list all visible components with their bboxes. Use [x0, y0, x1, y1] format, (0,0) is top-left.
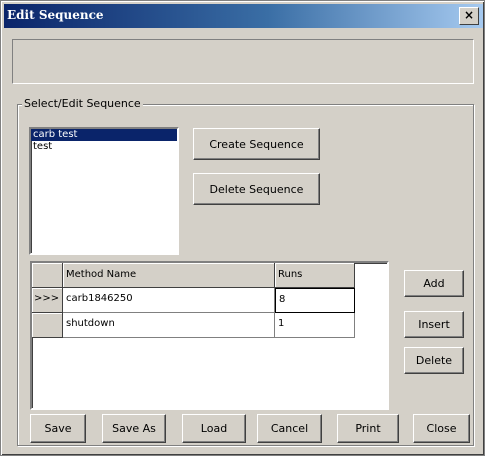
delete-button[interactable]: Delete [404, 347, 464, 374]
sequence-list-item[interactable]: carb test [31, 129, 177, 141]
add-button[interactable]: Add [404, 270, 464, 297]
sequence-list-item[interactable]: test [31, 141, 177, 153]
window-title: Edit Sequence [7, 8, 104, 22]
create-sequence-button[interactable]: Create Sequence [193, 128, 320, 160]
status-panel [12, 39, 474, 84]
row-indicator[interactable] [32, 313, 63, 338]
method-name-cell[interactable]: carb1846250 [63, 288, 275, 313]
column-header-runs[interactable]: Runs [275, 263, 355, 288]
column-header-method-name[interactable]: Method Name [63, 263, 275, 288]
print-button[interactable]: Print [337, 414, 399, 443]
save-button[interactable]: Save [30, 414, 86, 443]
method-name-cell[interactable]: shutdown [63, 313, 275, 338]
close-button[interactable]: Close [413, 414, 470, 443]
runs-cell[interactable]: 1 [275, 313, 355, 338]
close-window-button[interactable]: × [459, 7, 479, 25]
group-label: Select/Edit Sequence [22, 97, 143, 110]
grid-corner-header [32, 263, 63, 288]
method-grid[interactable]: Method Name Runs >>> carb1846250 8 shutd… [30, 261, 389, 410]
row-indicator[interactable]: >>> [32, 288, 63, 313]
delete-sequence-button[interactable]: Delete Sequence [193, 173, 320, 205]
load-button[interactable]: Load [182, 414, 246, 443]
title-bar[interactable]: Edit Sequence × [4, 4, 483, 28]
runs-cell[interactable]: 8 [275, 288, 355, 313]
cancel-button[interactable]: Cancel [257, 414, 322, 443]
insert-button[interactable]: Insert [404, 311, 464, 338]
save-as-button[interactable]: Save As [102, 414, 166, 443]
sequence-listbox[interactable]: carb test test [29, 127, 179, 255]
